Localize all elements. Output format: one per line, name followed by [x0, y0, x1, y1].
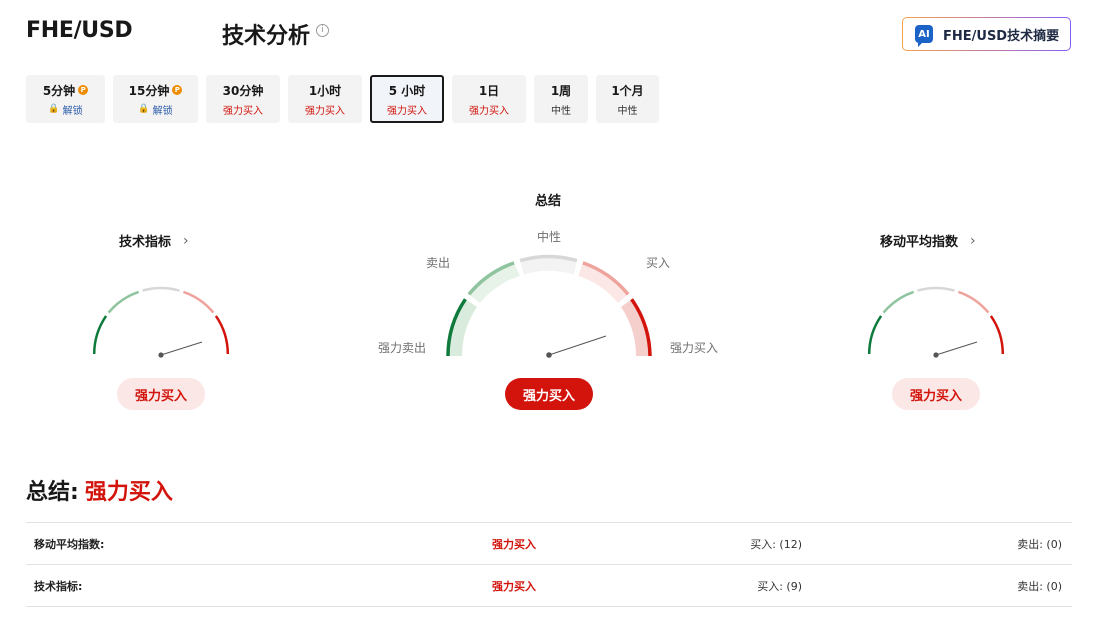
gauge-band-sell: [468, 262, 520, 303]
pro-icon: P: [78, 85, 89, 95]
gauge-band-strong-buy: [621, 299, 650, 356]
row-buy-count: 买入: (12): [750, 537, 802, 551]
gauge-moving-averages: [867, 286, 1005, 358]
gauge-arc-strong-sell: [92, 315, 108, 355]
gauge-arc-buy: [582, 261, 630, 296]
tab-1week[interactable]: 1周 中性: [534, 75, 588, 123]
tab-sub: 中性: [551, 105, 571, 117]
ai-icon: AI: [915, 25, 933, 47]
gauge-arc-strong-buy: [214, 315, 230, 355]
tab-label: 1日: [478, 83, 500, 98]
gauge-band-buy: [578, 262, 629, 303]
gauge-needle: [548, 335, 607, 356]
lock-icon: 🔒: [48, 104, 60, 114]
row-name: 移动平均指数:: [34, 537, 105, 551]
row-buy-count: 买入: (9): [757, 579, 802, 593]
tab-30min[interactable]: 30分钟 强力买入: [206, 75, 280, 123]
summary-value: 强力买入: [84, 480, 173, 505]
tab-sub: 解锁: [152, 105, 173, 117]
row-verdict: 强力买入: [492, 579, 536, 593]
gauge-arc-strong-buy: [989, 315, 1005, 355]
summary-verdict-badge: 强力买入: [505, 378, 593, 410]
gauge-band-neutral: [520, 256, 577, 275]
chevron-right-icon: ›: [183, 232, 189, 249]
gauge-arc-strong-sell: [446, 298, 467, 357]
moving-averages-verdict-badge: 强力买入: [892, 378, 980, 410]
gauge-arc-sell: [107, 290, 140, 314]
gauge-arc-strong-buy: [630, 298, 652, 357]
summary-label: 总结:: [26, 480, 79, 505]
gauge-label-buy: 买入: [646, 256, 671, 270]
ai-summary-button[interactable]: AI FHE/USD技术摘要: [902, 17, 1071, 51]
gauge-label-strong-buy: 强力买入: [670, 341, 719, 355]
gauge-summary-title: 总结: [535, 194, 562, 209]
tab-1day[interactable]: 1日 强力买入: [452, 75, 526, 123]
row-sell-count: 卖出: (0): [1017, 579, 1062, 593]
gauge-needle: [160, 341, 203, 356]
row-name: 技术指标:: [34, 579, 83, 593]
gauge-label-neutral: 中性: [537, 230, 562, 244]
gauge-label-strong-sell: 强力卖出: [378, 341, 427, 355]
gauge-arc-sell: [882, 290, 915, 314]
pro-icon: P: [172, 85, 183, 95]
gauge-label-sell: 卖出: [426, 256, 451, 270]
tab-label: 15分钟: [128, 83, 170, 98]
ai-summary-label: FHE/USD技术摘要: [943, 28, 1060, 44]
tab-5min[interactable]: 5分钟 P 🔒 解锁: [26, 75, 105, 123]
gauge-arc-neutral: [142, 286, 180, 292]
tab-1hour[interactable]: 1小时 强力买入: [288, 75, 362, 123]
table-row: 移动平均指数: 强力买入 买入: (12) 卖出: (0): [26, 523, 1072, 565]
pair-title: FHE/USD: [26, 18, 133, 43]
gauge-pivot: [158, 352, 164, 358]
tab-label: 1个月: [611, 83, 644, 98]
tab-label: 1周: [550, 83, 572, 98]
tab-label: 30分钟: [222, 83, 264, 98]
section-title-text: 技术分析: [222, 24, 311, 49]
gauge-pivot: [546, 352, 552, 358]
summary-heading: 总结: 强力买入: [26, 474, 173, 506]
gauge-arc-sell: [467, 261, 515, 296]
gauge-technical-title[interactable]: 技术指标 ›: [119, 231, 189, 251]
tab-5hour[interactable]: 5 小时 强力买入: [370, 75, 444, 123]
gauge-arc-strong-sell: [867, 315, 883, 355]
row-sell-count: 卖出: (0): [1017, 537, 1062, 551]
row-verdict: 强力买入: [492, 537, 536, 551]
gauge-technical: [92, 286, 230, 358]
tab-sub: 解锁: [62, 105, 83, 117]
tab-label: 5分钟: [42, 83, 76, 98]
gauge-arc-neutral: [519, 254, 578, 263]
gauge-title-text: 移动平均指数: [880, 235, 959, 250]
gauge-moving-averages-title[interactable]: 移动平均指数 ›: [880, 231, 976, 251]
tab-sub: 强力买入: [387, 105, 427, 117]
tab-sub: 强力买入: [305, 105, 345, 117]
tab-label: 5 小时: [388, 83, 426, 98]
timeframe-tabs: 5分钟 P 🔒 解锁 15分钟 P 🔒 解锁 30分钟 强力买入 1小时 强力买入 5 …: [26, 75, 667, 123]
gauge-title-text: 技术指标: [119, 235, 172, 250]
tab-label: 1小时: [308, 83, 342, 98]
tab-sub: 中性: [617, 105, 638, 117]
gauge-band-strong-sell: [447, 299, 477, 356]
section-title: 技术分析 i: [222, 18, 330, 50]
table-row: 技术指标: 强力买入 买入: (9) 卖出: (0): [26, 565, 1072, 607]
gauge-needle: [935, 341, 978, 356]
tab-sub: 强力买入: [469, 105, 509, 117]
gauge-pivot: [933, 352, 939, 358]
tab-1month[interactable]: 1个月 中性: [596, 75, 659, 123]
gauge-arc-buy: [957, 290, 990, 314]
summary-table: 移动平均指数: 强力买入 买入: (12) 卖出: (0) 技术指标: 强力买入…: [26, 522, 1072, 607]
gauge-arc-buy: [182, 290, 215, 314]
gauge-arc-neutral: [917, 286, 955, 292]
tab-15min[interactable]: 15分钟 P 🔒 解锁: [113, 75, 198, 123]
technical-verdict-badge: 强力买入: [117, 378, 205, 410]
lock-icon: 🔒: [138, 104, 150, 114]
chevron-right-icon: ›: [970, 232, 976, 249]
tab-sub: 强力买入: [223, 105, 263, 117]
info-icon[interactable]: i: [316, 23, 330, 37]
gauge-summary: [446, 254, 652, 358]
